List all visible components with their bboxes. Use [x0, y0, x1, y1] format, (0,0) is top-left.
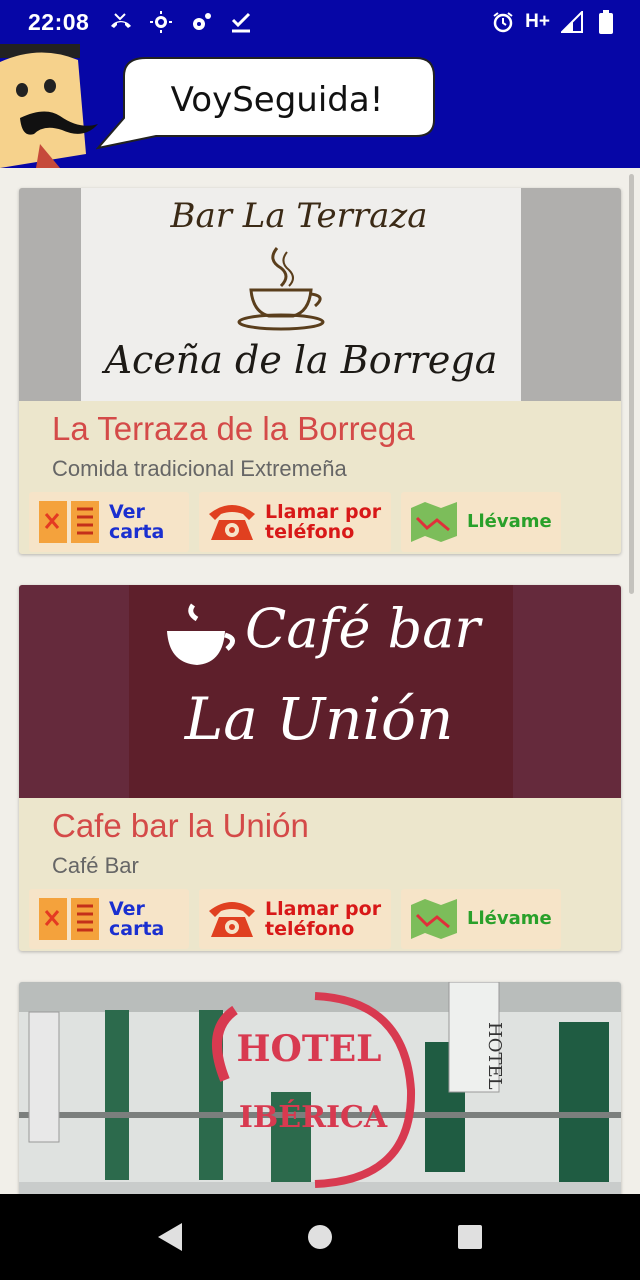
check-icon [229, 10, 253, 34]
view-menu-label: Ver carta [109, 502, 164, 542]
place-title: Cafe bar la Unión [52, 807, 309, 844]
status-time: 22:08 [28, 8, 90, 35]
image-caption-bottom: IBÉRICA [238, 1100, 388, 1135]
scrollbar[interactable] [629, 174, 634, 594]
place-card[interactable]: Bar La Terraza Aceña de la Borrega La Te… [19, 188, 621, 554]
missed-call-icon [109, 10, 133, 34]
image-caption-top: Café bar [245, 597, 481, 660]
place-actions: Ver carta Llamar por teléfono Llévame [29, 889, 561, 949]
directions-label: Llévame [467, 908, 552, 929]
notification-icons [109, 10, 253, 34]
navigation-bar [0, 1194, 640, 1280]
map-icon [411, 502, 457, 542]
call-line2: teléfono [265, 918, 355, 940]
place-subtitle: Comida tradicional Extremeña [52, 456, 347, 481]
call-label: Llamar por teléfono [265, 502, 381, 542]
network-type: H+ [525, 11, 550, 32]
call-button[interactable]: Llamar por teléfono [199, 889, 391, 949]
place-image[interactable]: HOTEL HOTEL IBÉRICA [19, 982, 621, 1194]
call-button[interactable]: Llamar por teléfono [199, 492, 391, 552]
view-menu-line2: carta [109, 521, 165, 543]
place-actions: Ver carta Llamar por teléfono Llévame [29, 492, 561, 552]
back-button[interactable] [150, 1217, 190, 1257]
coffee-cup-icon [167, 603, 235, 665]
status-bar: 22:08 H+ [0, 0, 640, 44]
app-title: VoySeguida! [170, 80, 384, 120]
app-header: VoySeguida! [0, 44, 640, 168]
call-line1: Llamar por [265, 898, 382, 920]
recents-square-icon [458, 1225, 482, 1249]
place-card[interactable]: HOTEL HOTEL IBÉRICA [19, 982, 621, 1194]
menu-book-icon [39, 501, 99, 543]
call-label: Llamar por teléfono [265, 899, 381, 939]
view-menu-line2: carta [109, 918, 165, 940]
battery-icon [594, 10, 618, 34]
view-menu-line1: Ver [109, 898, 145, 920]
image-caption-top: HOTEL [236, 1028, 382, 1070]
home-button[interactable] [300, 1217, 340, 1257]
coffee-cup-icon [237, 247, 325, 331]
view-menu-button[interactable]: Ver carta [29, 889, 189, 949]
menu-book-icon [39, 898, 99, 940]
hotel-logo [212, 992, 416, 1188]
place-subtitle: Café Bar [52, 853, 139, 878]
mascot-logo [0, 44, 98, 168]
map-icon [411, 899, 457, 939]
hotel-sign: HOTEL [484, 1022, 505, 1090]
place-image[interactable]: Café bar La Unión [19, 585, 621, 798]
call-line1: Llamar por [265, 501, 382, 523]
image-caption-bottom: La Unión [184, 685, 454, 753]
place-card[interactable]: Café bar La Unión Cafe bar la Unión Café… [19, 585, 621, 951]
signal-icon [560, 10, 584, 34]
telephone-icon [209, 902, 255, 937]
call-line2: teléfono [265, 521, 355, 543]
alarm-icon [491, 10, 515, 34]
view-menu-line1: Ver [109, 501, 145, 523]
system-icons: H+ [491, 10, 618, 34]
place-image[interactable]: Bar La Terraza Aceña de la Borrega [19, 188, 621, 401]
settings-icon [189, 10, 213, 34]
telephone-icon [209, 505, 255, 540]
image-caption-top: Bar La Terraza [170, 196, 428, 236]
view-menu-label: Ver carta [109, 899, 164, 939]
directions-button[interactable]: Llévame [401, 492, 561, 552]
back-triangle-icon [158, 1223, 182, 1251]
home-circle-icon [308, 1225, 332, 1249]
view-menu-button[interactable]: Ver carta [29, 492, 189, 552]
brightness-icon [149, 10, 173, 34]
directions-label: Llévame [467, 511, 552, 532]
places-list[interactable]: Bar La Terraza Aceña de la Borrega La Te… [0, 168, 640, 1194]
directions-button[interactable]: Llévame [401, 889, 561, 949]
image-caption-bottom: Aceña de la Borrega [104, 338, 498, 382]
recents-button[interactable] [450, 1217, 490, 1257]
place-title: La Terraza de la Borrega [52, 410, 415, 447]
